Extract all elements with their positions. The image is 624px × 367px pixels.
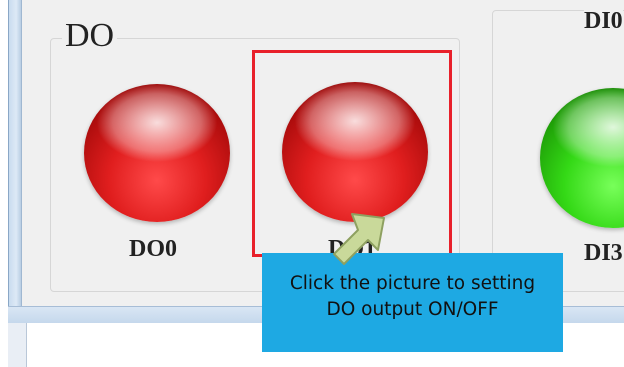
di-group-title: DI0: [584, 8, 623, 34]
do0-led-button[interactable]: [84, 84, 230, 222]
callout-line-1: Click the picture to setting: [289, 273, 536, 294]
do0-label: DO0: [129, 236, 177, 262]
left-panel-strip: [8, 323, 27, 367]
arrow-up-right-icon: [333, 213, 385, 265]
do-group-title: DO: [62, 18, 118, 54]
screenshot-canvas: DO DO0 DO1 DI0 DI3 Click the picture to …: [0, 0, 624, 367]
di3-label: DI3: [584, 240, 623, 266]
callout-line-2: DO output ON/OFF: [326, 299, 499, 320]
instruction-callout: Click the picture to setting DO output O…: [262, 253, 563, 352]
